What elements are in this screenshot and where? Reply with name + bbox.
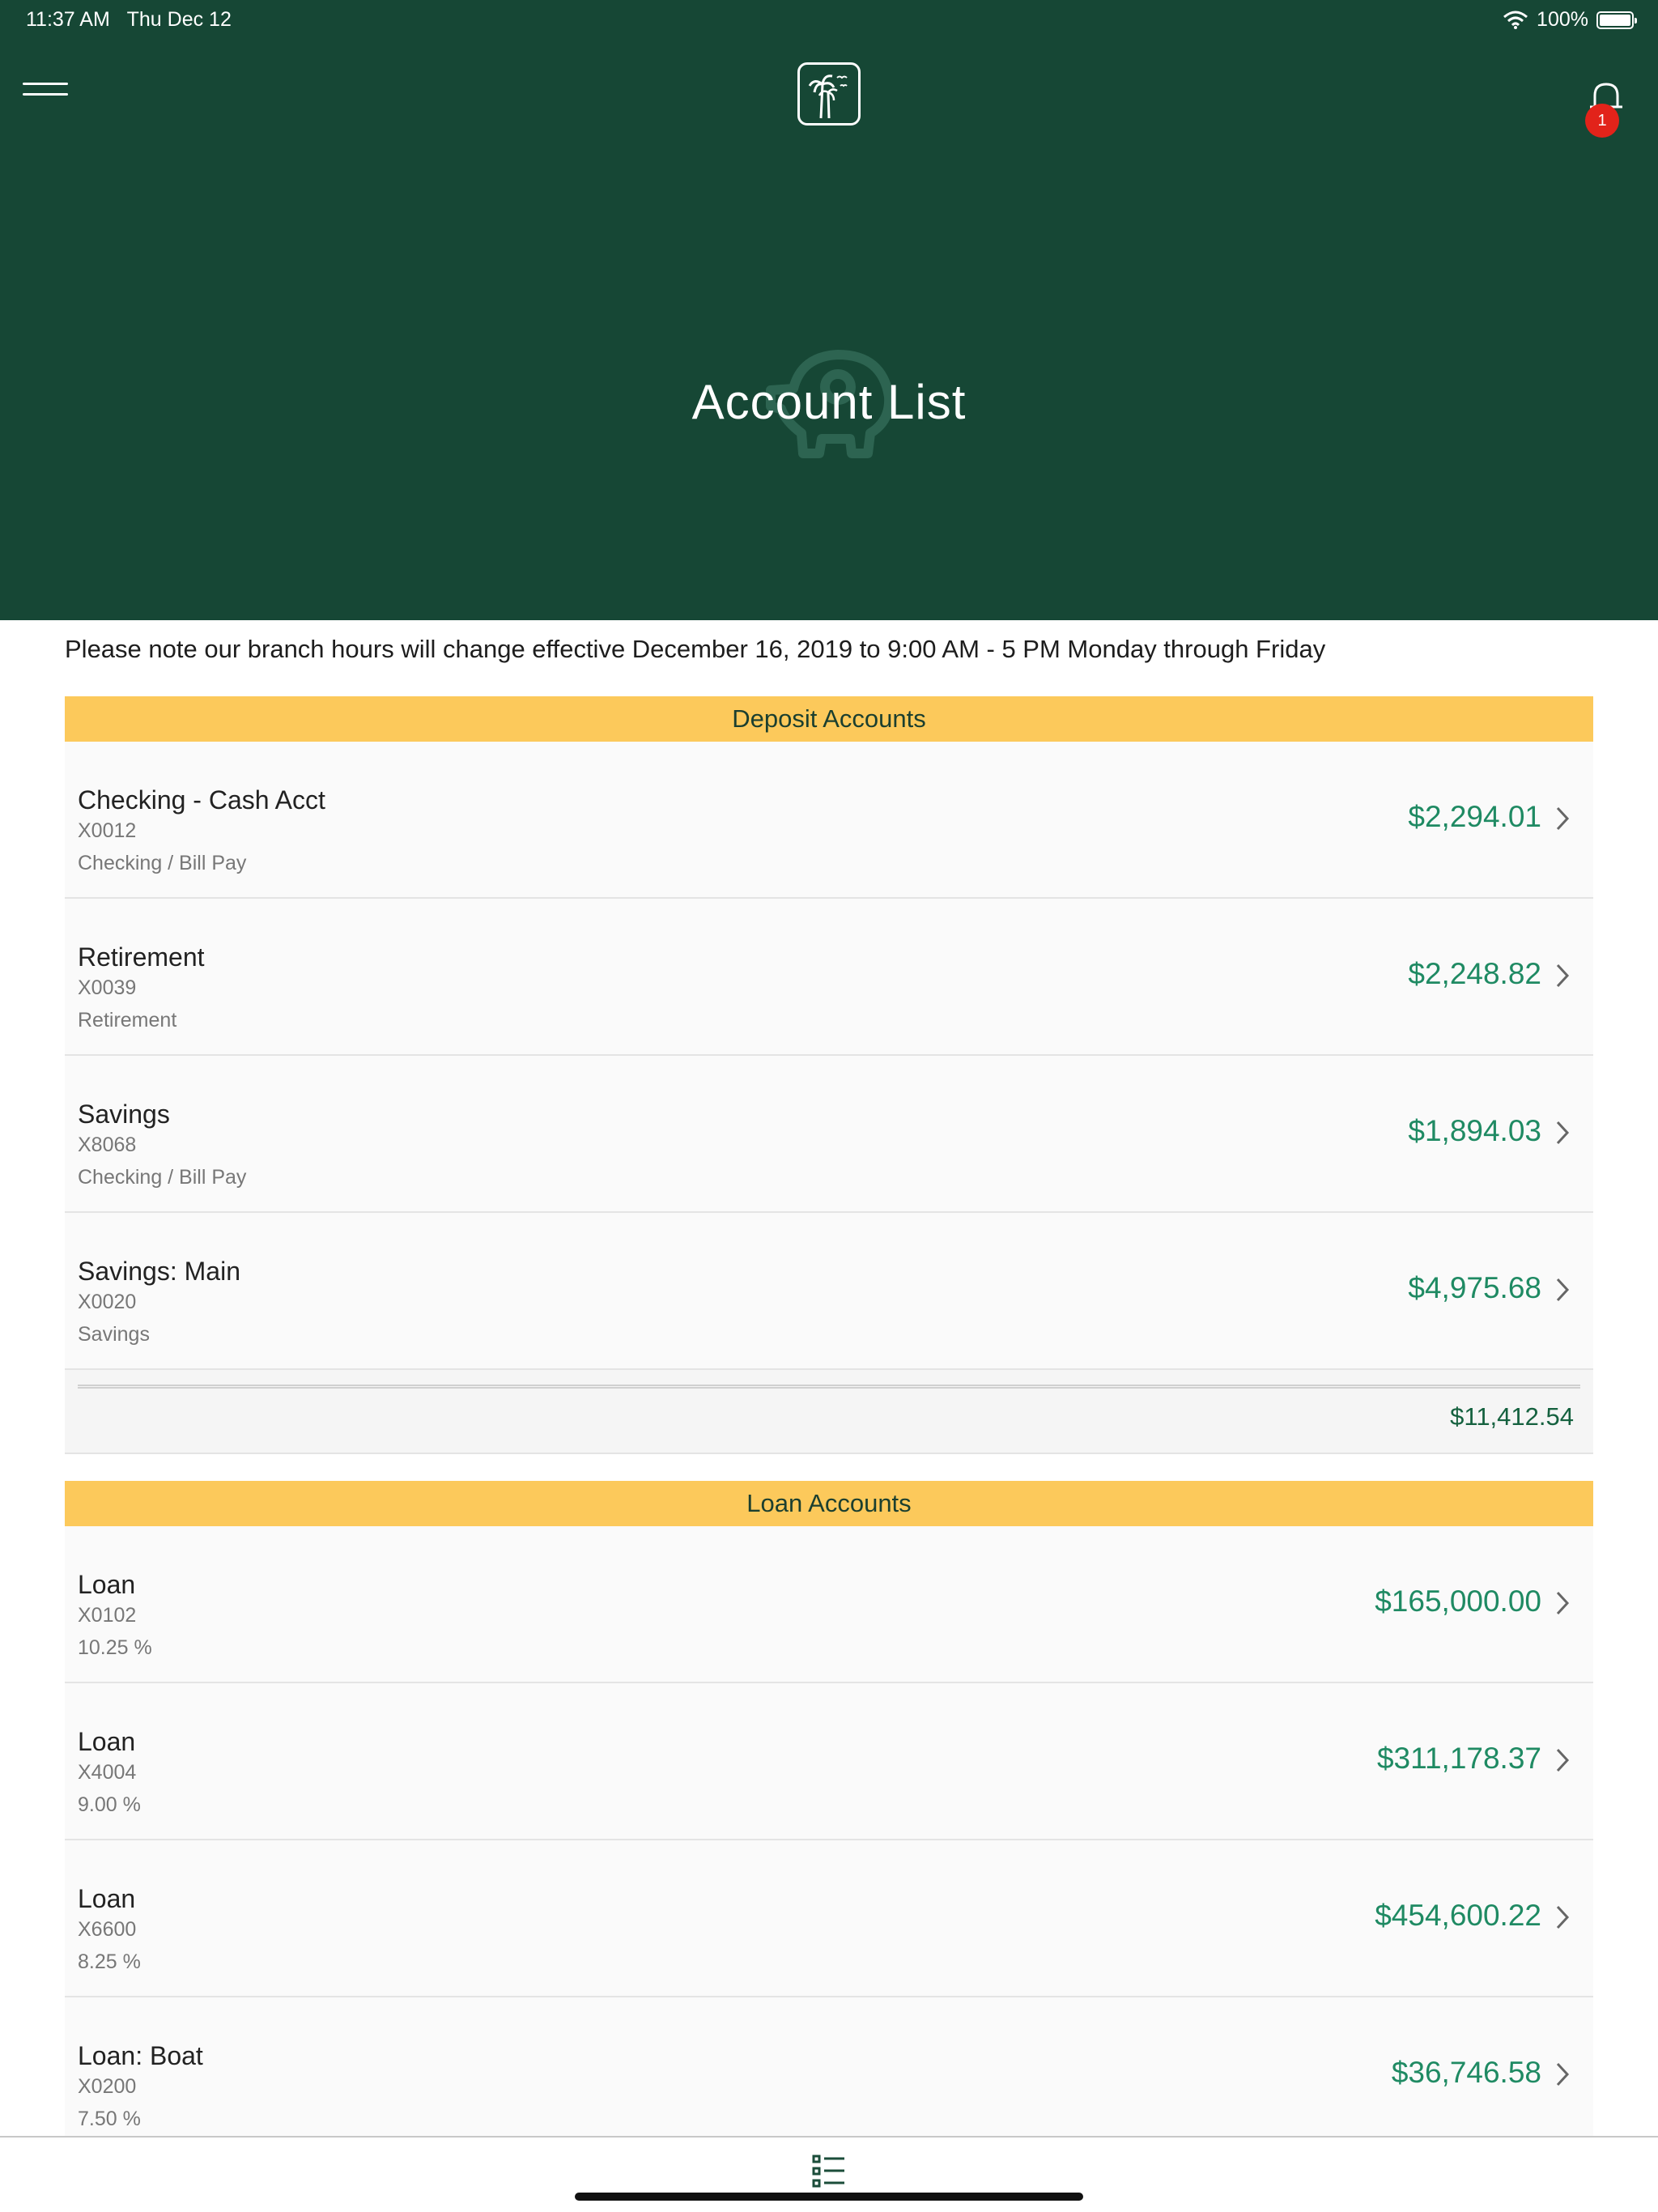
account-number: X0039 [78, 976, 137, 999]
account-name: Checking - Cash Acct [78, 785, 325, 815]
account-type: Checking / Bill Pay [78, 852, 247, 874]
account-number: X0020 [78, 1291, 137, 1313]
battery-percent: 100% [1537, 8, 1588, 31]
account-row[interactable]: Checking - Cash Acct X0012 Checking / Bi… [65, 742, 1593, 899]
list-icon[interactable] [811, 2154, 847, 2189]
account-row[interactable]: Loan: Boat X0200 7.50 % $36,746.58 [65, 1997, 1593, 2155]
account-row[interactable]: Loan X6600 8.25 % $454,600.22 [65, 1840, 1593, 1997]
account-number: X0102 [78, 1604, 137, 1627]
loan-rate: 8.25 % [78, 1950, 141, 1973]
chevron-right-icon [1556, 1905, 1570, 1929]
home-indicator [575, 2193, 1083, 2201]
account-name: Loan [78, 1884, 136, 1913]
status-time: 11:37 AM Thu Dec 12 [26, 8, 232, 31]
account-name: Loan [78, 1570, 136, 1599]
chevron-right-icon [1556, 1591, 1570, 1615]
account-balance: $36,746.58 [1391, 2056, 1541, 2089]
notification-badge: 1 [1585, 104, 1619, 138]
loan-rate: 10.25 % [78, 1636, 152, 1659]
account-number: X6600 [78, 1918, 137, 1941]
total-divider [78, 1385, 1580, 1389]
account-balance: $2,248.82 [1408, 957, 1541, 990]
account-name: Savings [78, 1100, 170, 1129]
account-name: Retirement [78, 942, 205, 972]
loan-rate: 9.00 % [78, 1793, 141, 1816]
palm-tree-logo-icon [797, 62, 861, 125]
account-name: Savings: Main [78, 1257, 240, 1286]
account-row[interactable]: Loan X0102 10.25 % $165,000.00 [65, 1526, 1593, 1683]
status-right: 100% [1503, 8, 1637, 32]
chevron-right-icon [1556, 1278, 1570, 1302]
account-balance: $165,000.00 [1375, 1585, 1541, 1618]
account-number: X4004 [78, 1761, 137, 1784]
account-name: Loan: Boat [78, 2041, 203, 2070]
loan-accounts-header: Loan Accounts [65, 1481, 1593, 1526]
deposit-total: $11,412.54 [1450, 1402, 1574, 1431]
account-number: X0200 [78, 2075, 137, 2098]
wifi-icon [1503, 11, 1528, 29]
chevron-right-icon [1556, 1748, 1570, 1772]
deposit-accounts-header: Deposit Accounts [65, 696, 1593, 742]
status-bar: 11:37 AM Thu Dec 12 100% [0, 0, 1658, 39]
account-row[interactable]: Retirement X0039 Retirement $2,248.82 [65, 899, 1593, 1056]
account-type: Savings [78, 1323, 150, 1346]
account-type: Retirement [78, 1009, 177, 1032]
loan-rate: 7.50 % [78, 2108, 141, 2130]
account-row[interactable]: Savings: Main X0020 Savings $4,975.68 [65, 1213, 1593, 1370]
account-number: X8068 [78, 1134, 137, 1156]
chevron-right-icon [1556, 806, 1570, 831]
account-balance: $311,178.37 [1376, 1742, 1541, 1775]
account-balance: $2,294.01 [1408, 800, 1541, 833]
chevron-right-icon [1556, 1121, 1570, 1145]
battery-icon [1596, 11, 1637, 29]
account-number: X0012 [78, 819, 137, 842]
account-row[interactable]: Savings X8068 Checking / Bill Pay $1,894… [65, 1056, 1593, 1213]
account-balance: $454,600.22 [1375, 1899, 1541, 1932]
chevron-right-icon [1556, 2062, 1570, 2087]
bottom-tab-bar [0, 2136, 1658, 2212]
hamburger-menu-icon[interactable] [23, 83, 68, 99]
branch-notice: Please note our branch hours will change… [65, 635, 1326, 663]
page-title: Account List [691, 375, 967, 429]
account-balance: $4,975.68 [1408, 1271, 1541, 1304]
account-row[interactable]: Loan X4004 9.00 % $311,178.37 [65, 1683, 1593, 1840]
chevron-right-icon [1556, 963, 1570, 988]
account-name: Loan [78, 1727, 136, 1756]
deposit-total-row: $11,412.54 [65, 1370, 1593, 1454]
account-balance: $1,894.03 [1408, 1114, 1541, 1147]
account-type: Checking / Bill Pay [78, 1166, 247, 1189]
